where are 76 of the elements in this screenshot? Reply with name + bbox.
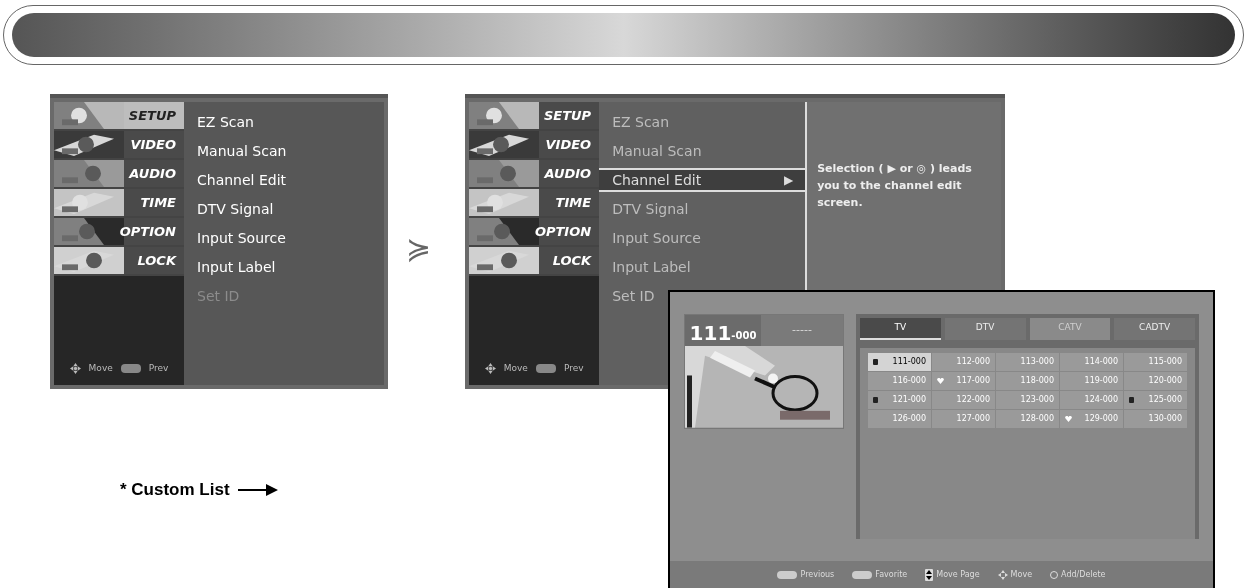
menu-item[interactable]: Manual Scan <box>184 139 384 163</box>
channel-cell[interactable]: 117-000 <box>932 372 995 390</box>
channel-cell[interactable]: 125-000 <box>1124 391 1187 409</box>
menu-item[interactable]: Channel Edit ▶ <box>599 168 806 192</box>
menu-item[interactable]: Input Source <box>599 226 806 250</box>
channel-cell[interactable]: 128-000 <box>996 410 1059 428</box>
menu-category[interactable]: AUDIO <box>54 160 184 189</box>
menu-category[interactable]: LOCK <box>54 247 184 276</box>
step-arrow: ≽ <box>406 234 432 264</box>
hint-text: Previous <box>800 568 835 581</box>
channel-cell[interactable]: 130-000 <box>1124 410 1187 428</box>
menu-category[interactable]: SETUP <box>469 102 600 131</box>
key-icon <box>777 570 798 579</box>
menu-category[interactable]: SETUP <box>54 102 184 131</box>
menu-category[interactable]: OPTION <box>54 218 184 247</box>
menu-item[interactable]: EZ Scan <box>599 110 806 134</box>
dpad-icon <box>997 569 1008 580</box>
channel-cell[interactable]: 123-000 <box>996 391 1059 409</box>
channel-cell[interactable]: 113-000 <box>996 353 1059 371</box>
tab[interactable]: CADTV <box>1114 318 1195 340</box>
arrow-icon <box>237 482 278 497</box>
menu-item[interactable]: EZ Scan <box>184 110 384 134</box>
channel-cell[interactable]: 111-000 <box>868 353 931 371</box>
channel-cell[interactable]: 114-000 <box>1060 353 1123 371</box>
tab[interactable]: DTV <box>944 318 1026 340</box>
channel-cell[interactable]: 116-000 <box>868 372 931 390</box>
menu-category[interactable]: OPTION <box>469 218 600 247</box>
hint-text: Move Page <box>936 568 980 581</box>
help-text: Selection ( ▶ or ◎ ) leads you to the channel edit screen. <box>817 161 973 211</box>
channel-cell[interactable]: 126-000 <box>868 410 931 428</box>
channel-name: ----- <box>761 315 843 347</box>
menu-item[interactable]: Input Label <box>184 255 384 279</box>
menu-category[interactable]: TIME <box>469 189 600 218</box>
arrow-icon: ▶ <box>783 171 794 189</box>
menu-category[interactable]: LOCK <box>469 247 600 276</box>
menu-item[interactable]: DTV Signal <box>599 197 806 221</box>
menu-category[interactable]: TIME <box>54 189 184 218</box>
menu-item[interactable]: DTV Signal <box>184 197 384 221</box>
hint-text: Move <box>1010 568 1033 581</box>
menu-item[interactable]: Input Label <box>599 255 806 279</box>
callout-label: * Custom List <box>120 479 230 501</box>
heart-icon <box>1065 416 1072 422</box>
channel-cell[interactable]: 119-000 <box>1060 372 1123 390</box>
channel-cell[interactable]: 122-000 <box>932 391 995 409</box>
channel-cell[interactable]: 120-000 <box>1124 372 1187 390</box>
move-icon <box>484 362 496 374</box>
key-icon <box>120 363 141 373</box>
menu-category[interactable]: VIDEO <box>469 131 600 160</box>
menu-category[interactable]: AUDIO <box>469 160 600 189</box>
hint-text: Move <box>503 361 528 375</box>
hint-text: Favorite <box>875 568 908 581</box>
hint-text: Prev <box>148 361 169 375</box>
channel-cell[interactable]: 115-000 <box>1124 353 1187 371</box>
channel-cell[interactable]: 129-000 <box>1060 410 1123 428</box>
lock-icon <box>873 397 878 403</box>
channel-cell[interactable]: 127-000 <box>932 410 995 428</box>
move-icon <box>69 362 81 374</box>
hint-text: Move <box>88 361 113 375</box>
key-icon <box>852 570 873 579</box>
menu-item[interactable]: Manual Scan <box>599 139 806 163</box>
menu-category[interactable]: VIDEO <box>54 131 184 160</box>
lock-icon <box>873 359 878 365</box>
menu-item[interactable]: Input Source <box>184 226 384 250</box>
hint-text: Add/Delete <box>1061 568 1106 581</box>
updown-icon <box>925 568 934 581</box>
heart-icon <box>937 378 944 384</box>
channel-cell[interactable]: 121-000 <box>868 391 931 409</box>
hint-text: Prev <box>563 361 584 375</box>
key-icon <box>535 363 556 373</box>
lock-icon <box>1129 397 1134 403</box>
channel-number: 111-000 <box>688 320 758 347</box>
channel-cell[interactable]: 118-000 <box>996 372 1059 390</box>
menu-item[interactable]: Channel Edit <box>184 168 384 192</box>
channel-cell[interactable]: 112-000 <box>932 353 995 371</box>
tab[interactable]: TV <box>860 318 941 340</box>
channel-cell[interactable]: 124-000 <box>1060 391 1123 409</box>
